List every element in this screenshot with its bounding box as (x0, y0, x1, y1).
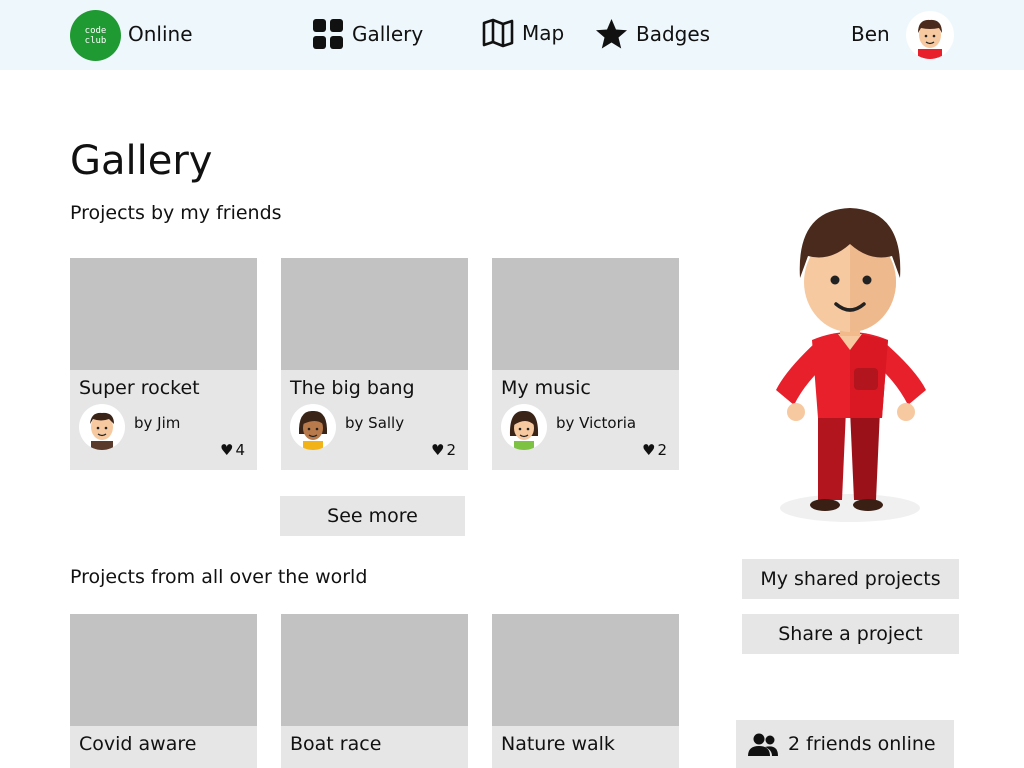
project-card[interactable]: Boat race (281, 614, 468, 768)
nav-badges[interactable]: Badges (595, 18, 710, 50)
project-author: by Victoria (556, 414, 637, 432)
friends-section-heading: Projects by my friends (70, 202, 282, 224)
heart-icon: ♥ (220, 441, 234, 459)
author-avatar (501, 404, 547, 450)
people-icon (748, 733, 778, 756)
project-title: Super rocket (79, 377, 200, 399)
jim-avatar-icon (90, 412, 114, 450)
brand-name: Online (128, 22, 193, 46)
share-project-button[interactable]: Share a project (742, 614, 959, 654)
project-thumbnail (281, 614, 468, 726)
like-count-value: 4 (235, 441, 245, 459)
logo-text-club: club (84, 35, 107, 46)
friends-online-indicator[interactable]: 2 friends online (736, 720, 954, 768)
project-card[interactable]: The big bang by Sally ♥ 2 (281, 258, 468, 470)
project-title: Covid aware (79, 733, 197, 755)
like-count-value: 2 (657, 441, 667, 459)
like-count[interactable]: ♥ 4 (220, 441, 245, 459)
heart-icon: ♥ (642, 441, 656, 459)
see-more-button[interactable]: See more (280, 496, 465, 536)
project-card[interactable]: My music by Victoria ♥ 2 (492, 258, 679, 470)
project-thumbnail (492, 258, 679, 370)
user-avatar[interactable] (906, 11, 954, 59)
heart-icon: ♥ (431, 441, 445, 459)
top-navigation-bar: code club Online Gallery Map Badges Ben (0, 0, 1024, 70)
project-card[interactable]: Nature walk (492, 614, 679, 768)
logo-text-code: code (84, 25, 107, 36)
boy-character-illustration (776, 208, 926, 522)
project-title: The big bang (290, 377, 415, 399)
friends-online-label: 2 friends online (788, 733, 936, 755)
project-title: Nature walk (501, 733, 615, 755)
nav-map-label: Map (522, 21, 565, 45)
nav-badges-label: Badges (636, 22, 711, 46)
project-author: by Jim (134, 414, 181, 432)
project-thumbnail (281, 258, 468, 370)
project-thumbnail (492, 614, 679, 726)
like-count[interactable]: ♥ 2 (431, 441, 456, 459)
star-icon (596, 19, 627, 49)
code-club-logo[interactable]: code club (70, 10, 121, 61)
grid-icon (313, 19, 343, 49)
project-thumbnail (70, 614, 257, 726)
nav-map[interactable]: Map (482, 18, 564, 48)
map-icon (482, 18, 514, 48)
author-avatar (79, 404, 125, 450)
boy-avatar-icon (918, 19, 942, 59)
victoria-avatar-icon (509, 410, 539, 450)
nav-gallery-label: Gallery (352, 22, 424, 46)
like-count-value: 2 (446, 441, 456, 459)
nav-gallery[interactable]: Gallery (312, 18, 423, 50)
project-thumbnail (70, 258, 257, 370)
project-title: My music (501, 377, 591, 399)
author-avatar (290, 404, 336, 450)
user-name: Ben (851, 22, 890, 46)
project-card[interactable]: Super rocket by Jim ♥ 4 (70, 258, 257, 470)
project-author: by Sally (345, 414, 405, 432)
project-card[interactable]: Covid aware (70, 614, 257, 768)
like-count[interactable]: ♥ 2 (642, 441, 667, 459)
page-title: Gallery (70, 138, 213, 184)
project-title: Boat race (290, 733, 382, 755)
world-section-heading: Projects from all over the world (70, 566, 368, 588)
my-shared-projects-button[interactable]: My shared projects (742, 559, 959, 599)
sally-avatar-icon (298, 410, 328, 450)
